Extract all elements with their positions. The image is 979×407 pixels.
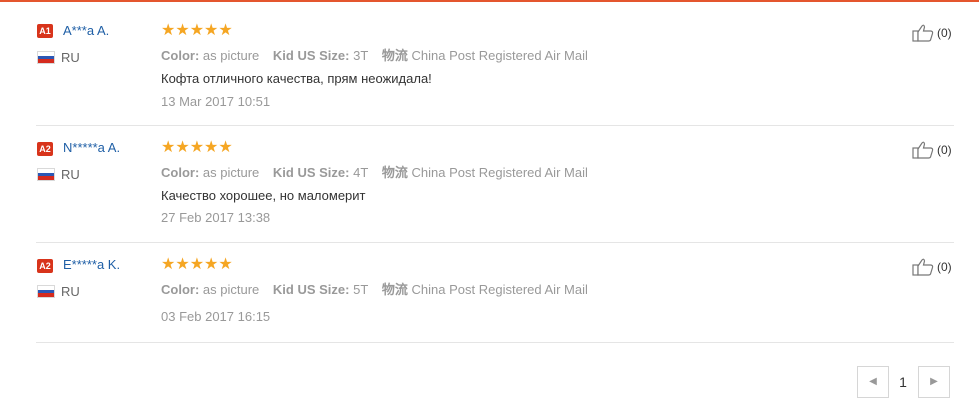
review-date: 03 Feb 2017 16:15	[161, 309, 271, 324]
russia-flag-icon	[37, 51, 55, 64]
next-page-button[interactable]: ▶	[918, 366, 950, 398]
thumbs-up-icon	[912, 141, 934, 159]
chevron-left-icon: ◀	[869, 376, 877, 387]
color-label: Color:	[161, 165, 200, 180]
buyer-country: RU	[61, 167, 80, 182]
russia-flag-icon	[37, 168, 55, 181]
size-label: Kid US Size:	[272, 282, 350, 297]
color-label: Color:	[161, 282, 200, 297]
buyer-name[interactable]: E*****a K.	[63, 257, 120, 272]
buyer-name[interactable]: A***a A.	[63, 23, 109, 38]
order-info: Color: as picture Kid US Size: 5T 物流 Chi…	[161, 279, 588, 298]
review-item: A2 N*****a A. RU ★★★★★ Color: as picture…	[36, 125, 954, 243]
helpful-count: (0)	[937, 260, 952, 274]
review-date: 13 Mar 2017 10:51	[161, 94, 271, 109]
shipping-label: 物流	[381, 165, 408, 180]
prev-page-button[interactable]: ◀	[857, 366, 889, 398]
thumbs-up-icon	[912, 258, 934, 276]
color-value: as picture	[202, 48, 260, 63]
buyer-country: RU	[61, 50, 80, 65]
buyer-name[interactable]: N*****a A.	[63, 140, 120, 155]
order-info: Color: as picture Kid US Size: 3T 物流 Chi…	[161, 45, 588, 64]
review-item: A2 E*****a K. RU ★★★★★ Color: as picture…	[36, 242, 954, 343]
size-label: Kid US Size:	[272, 48, 350, 63]
buyer-level-badge: A2	[37, 259, 53, 273]
color-value: as picture	[202, 282, 260, 297]
helpful-button[interactable]: (0)	[912, 258, 954, 276]
chevron-right-icon: ▶	[930, 376, 938, 387]
review-text: Качество хорошее, но маломерит	[161, 188, 366, 203]
helpful-button[interactable]: (0)	[912, 141, 954, 159]
pagination: ◀ 1 ▶	[857, 366, 950, 398]
rating-stars: ★★★★★	[161, 256, 233, 273]
review-text: Кофта отличного качества, прям неожидала…	[161, 71, 432, 86]
color-value: as picture	[202, 165, 260, 180]
russia-flag-icon	[37, 285, 55, 298]
shipping-value: China Post Registered Air Mail	[411, 48, 588, 63]
review-date: 27 Feb 2017 13:38	[161, 210, 271, 225]
color-label: Color:	[161, 48, 200, 63]
review-item: A1 A***a A. RU ★★★★★ Color: as picture K…	[36, 2, 954, 126]
shipping-label: 物流	[381, 282, 408, 297]
shipping-label: 物流	[381, 48, 408, 63]
order-info: Color: as picture Kid US Size: 4T 物流 Chi…	[161, 162, 588, 181]
helpful-button[interactable]: (0)	[912, 24, 954, 42]
shipping-value: China Post Registered Air Mail	[411, 282, 588, 297]
buyer-level-badge: A2	[37, 142, 53, 156]
size-value: 5T	[353, 282, 369, 297]
current-page[interactable]: 1	[895, 366, 911, 398]
thumbs-up-icon	[912, 24, 934, 42]
shipping-value: China Post Registered Air Mail	[411, 165, 588, 180]
size-label: Kid US Size:	[272, 165, 350, 180]
helpful-count: (0)	[937, 26, 952, 40]
buyer-country: RU	[61, 284, 80, 299]
helpful-count: (0)	[937, 143, 952, 157]
buyer-level-badge: A1	[37, 24, 53, 38]
size-value: 3T	[353, 48, 369, 63]
rating-stars: ★★★★★	[161, 22, 233, 39]
rating-stars: ★★★★★	[161, 139, 233, 156]
size-value: 4T	[353, 165, 369, 180]
